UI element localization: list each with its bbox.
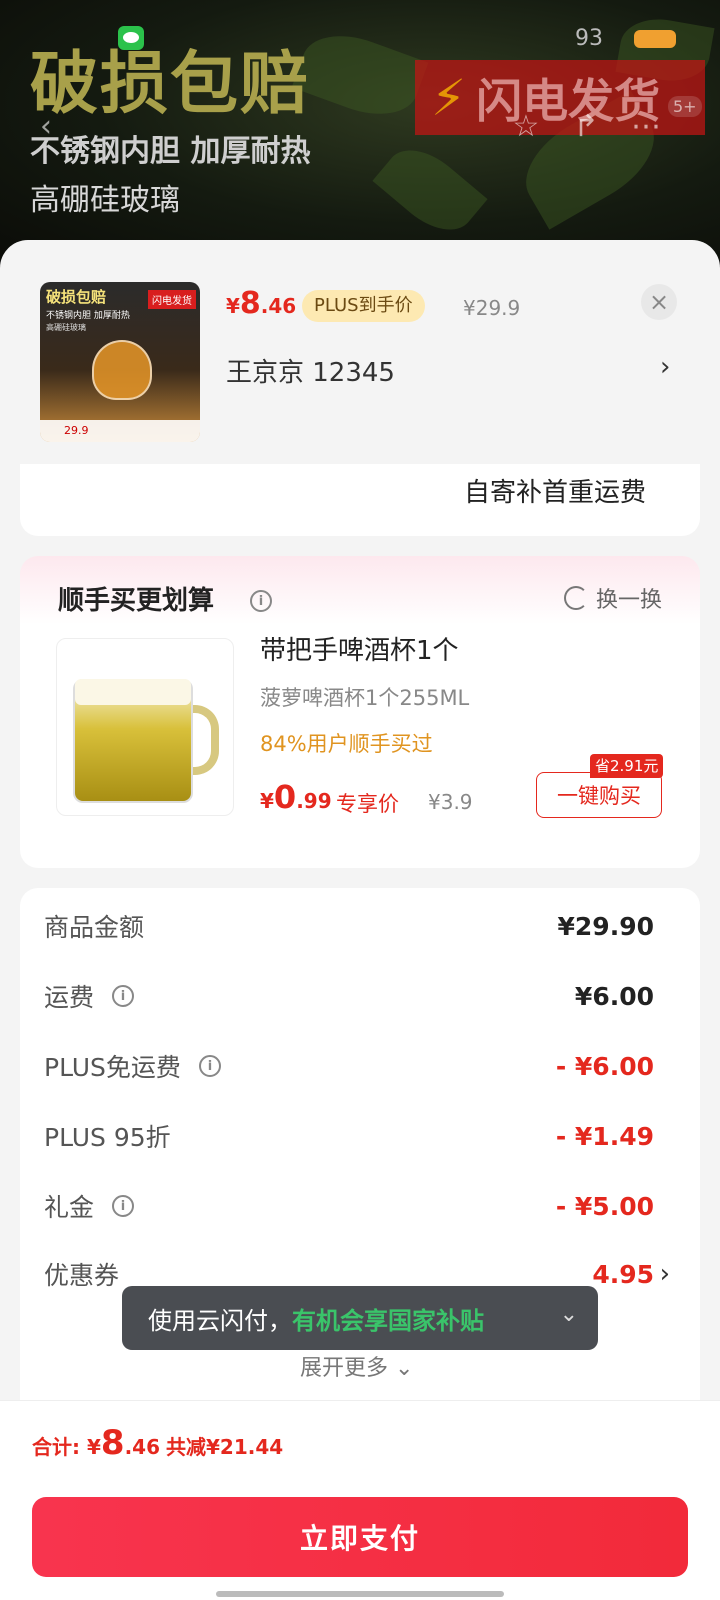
addon-title: 顺手买更划算 bbox=[58, 586, 215, 616]
summary-row: 礼金 i - ¥5.00 bbox=[44, 1191, 654, 1223]
beer-mug-image[interactable] bbox=[56, 638, 234, 816]
close-button[interactable]: × bbox=[641, 284, 677, 320]
total-amount: 合计: ¥8.46 共减¥21.44 bbox=[32, 1423, 284, 1463]
product-thumbnail[interactable]: 破损包赔 不锈钢内胆 加厚耐热 高硼硅玻璃 闪电发货 29.9 bbox=[40, 282, 200, 442]
battery-icon bbox=[634, 30, 676, 48]
swap-icon bbox=[563, 586, 588, 610]
banner-subtitle: 不锈钢内胆 加厚耐热 bbox=[30, 134, 311, 169]
plus-price-tag: PLUS到手价 bbox=[302, 290, 425, 322]
pay-now-button[interactable]: 立即支付 bbox=[32, 1497, 688, 1577]
addon-item-spec: 菠萝啤酒杯1个255ML bbox=[260, 686, 470, 710]
info-icon[interactable]: i bbox=[112, 985, 135, 1007]
original-price: ¥29.9 bbox=[463, 296, 521, 320]
status-time: 93 bbox=[575, 26, 603, 51]
addon-card: 顺手买更划算 i 换一换 带把手啤酒杯1个 菠萝啤酒杯1个255ML 84%用户… bbox=[20, 556, 700, 868]
share-icon: ↱ bbox=[573, 108, 599, 144]
chevron-right-icon: › bbox=[659, 1259, 670, 1289]
checkout-bar: 合计: ¥8.46 共减¥21.44 立即支付 bbox=[0, 1400, 720, 1600]
info-icon[interactable]: i bbox=[250, 590, 272, 612]
more-icon: ⋯ bbox=[631, 108, 661, 144]
unionpay-promo-toast[interactable]: 使用云闪付， 有机会享国家补贴 ⌄ bbox=[122, 1286, 598, 1350]
banner-title: 破损包赔 bbox=[30, 45, 311, 124]
teapot-image bbox=[92, 340, 152, 400]
addon-original-price: ¥3.9 bbox=[428, 790, 473, 814]
addon-item-price: ¥0.99 bbox=[260, 778, 332, 816]
more-button[interactable]: ⋯ bbox=[620, 100, 672, 152]
shipping-card: 自寄补首重运费 bbox=[20, 464, 700, 536]
product-price: ¥8.46 bbox=[226, 286, 297, 321]
notification-badge: 5+ bbox=[668, 96, 702, 117]
exclusive-price-label: 专享价 bbox=[336, 792, 399, 816]
summary-row: PLUS 95折 - ¥1.49 bbox=[44, 1121, 654, 1153]
info-icon[interactable]: i bbox=[112, 1195, 135, 1217]
one-click-buy-button[interactable]: 一键购买 bbox=[536, 772, 662, 818]
close-icon: × bbox=[648, 288, 670, 316]
back-button[interactable]: ‹ bbox=[20, 100, 72, 152]
banner-subtitle-2: 高硼硅玻璃 bbox=[30, 183, 180, 218]
summary-row: PLUS免运费 i - ¥6.00 bbox=[44, 1051, 654, 1083]
wechat-icon bbox=[118, 26, 144, 50]
summary-row: 运费 i ¥6.00 bbox=[44, 981, 654, 1013]
shipping-address[interactable]: 王京京 12345 bbox=[226, 352, 395, 389]
expand-more-button[interactable]: 展开更多 ⌄ bbox=[300, 1350, 413, 1382]
info-icon[interactable]: i bbox=[198, 1055, 221, 1077]
swap-button[interactable]: 换一换 bbox=[563, 582, 662, 614]
summary-row: 商品金额 ¥29.90 bbox=[44, 911, 654, 943]
star-icon: ☆ bbox=[512, 108, 540, 144]
chevron-down-icon: ⌄ bbox=[559, 1302, 578, 1327]
shipping-note: 自寄补首重运费 bbox=[463, 478, 646, 508]
addon-item-stat: 84%用户顺手买过 bbox=[260, 732, 433, 756]
product-banner: 破损包赔 不锈钢内胆 加厚耐热 高硼硅玻璃 ⚡ 闪电发货 bbox=[0, 0, 720, 260]
bolt-icon: ⚡ bbox=[431, 68, 467, 127]
savings-badge: 省2.91元 bbox=[590, 754, 664, 778]
home-indicator[interactable] bbox=[216, 1591, 504, 1597]
chevron-right-icon[interactable]: › bbox=[660, 352, 670, 382]
addon-item-title[interactable]: 带把手啤酒杯1个 bbox=[260, 630, 459, 667]
favorite-button[interactable]: ☆ bbox=[500, 100, 552, 152]
back-icon: ‹ bbox=[40, 108, 52, 144]
share-button[interactable]: ↱ bbox=[560, 100, 612, 152]
